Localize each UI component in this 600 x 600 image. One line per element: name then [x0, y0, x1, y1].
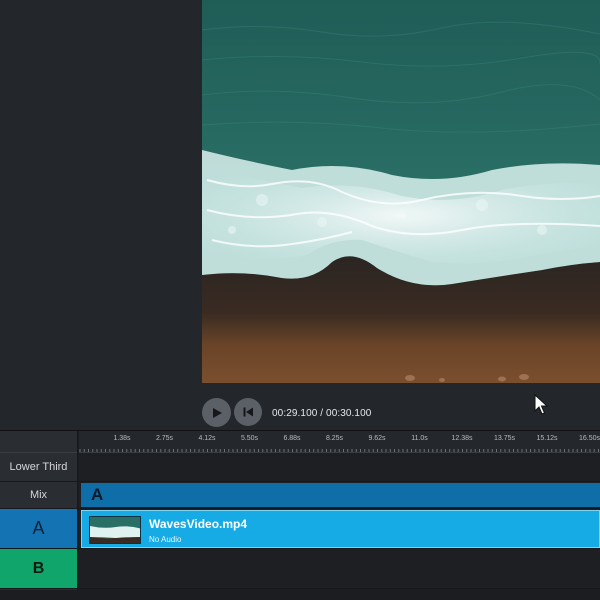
ruler-tick-label: 12.38s — [451, 435, 473, 442]
ruler-tick-label: 11.0s — [411, 435, 428, 442]
skip-back-icon — [243, 407, 253, 417]
current-time: 00:29.100 — [272, 408, 318, 419]
ruler-tick-label: 8.25s — [325, 435, 344, 442]
lane-a[interactable]: WavesVideo.mp4 No Audio — [79, 509, 600, 549]
total-time: 00:30.100 — [326, 408, 372, 419]
timeline-scrollbar[interactable] — [0, 590, 600, 600]
ruler-tick-label: 4.12s — [198, 435, 216, 442]
clip-audio-status: No Audio — [149, 535, 182, 544]
ruler-corner — [0, 431, 77, 453]
track-header-mix[interactable]: Mix — [0, 482, 77, 509]
ruler-tick-label: 2.75s — [155, 435, 174, 442]
clip-name: WavesVideo.mp4 — [149, 517, 248, 531]
media-panel — [0, 0, 202, 430]
ruler-tick-label: 13.75s — [493, 435, 516, 442]
track-headers: Lower Third Mix A B — [0, 431, 78, 600]
skip-to-start-button[interactable] — [234, 398, 262, 426]
video-preview[interactable] — [202, 0, 600, 383]
player-controls: 00:29.100 / 00:30.100 — [202, 383, 600, 430]
lane-lower-third[interactable] — [79, 453, 600, 482]
lane-b[interactable] — [79, 549, 600, 589]
ruler-tick-label: 1.38s — [113, 435, 131, 442]
ruler-tick-label: 5.50s — [240, 435, 259, 442]
lane-mix[interactable]: A — [79, 482, 600, 509]
ruler-tick-label: 16.50s — [578, 435, 600, 442]
time-readout: 00:29.100 / 00:30.100 — [272, 408, 371, 419]
track-header-a[interactable]: A — [0, 509, 77, 549]
ruler-tick-label: 6.88s — [283, 435, 301, 442]
clip-thumbnail — [89, 516, 141, 544]
video-clip[interactable]: WavesVideo.mp4 No Audio — [81, 510, 600, 548]
track-header-b[interactable]: B — [0, 549, 77, 589]
track-header-lower-third[interactable]: Lower Third — [0, 453, 77, 482]
mix-clip-label: A — [91, 485, 104, 504]
video-editor-window: 00:29.100 / 00:30.100 Lower Third Mix A … — [0, 0, 600, 600]
preview-frame-image — [202, 0, 600, 383]
time-ruler[interactable]: 1.38s 2.75s 4.12s 5.50s 6.88s 8.25s 9.62s 11.0s… — [79, 431, 600, 453]
mix-clip[interactable]: A — [81, 483, 600, 507]
ruler-tick-label: 9.62s — [368, 435, 386, 442]
time-separator: / — [317, 408, 327, 419]
mouse-cursor-icon — [534, 394, 548, 415]
timeline-panel: Lower Third Mix A B 1.38s 2.75s 4.12s 5.50s… — [0, 430, 600, 600]
ruler-tick-label: 15.12s — [536, 435, 558, 442]
play-button[interactable] — [202, 398, 231, 427]
play-icon — [212, 407, 222, 418]
ruler-tick-marks — [79, 449, 599, 452]
